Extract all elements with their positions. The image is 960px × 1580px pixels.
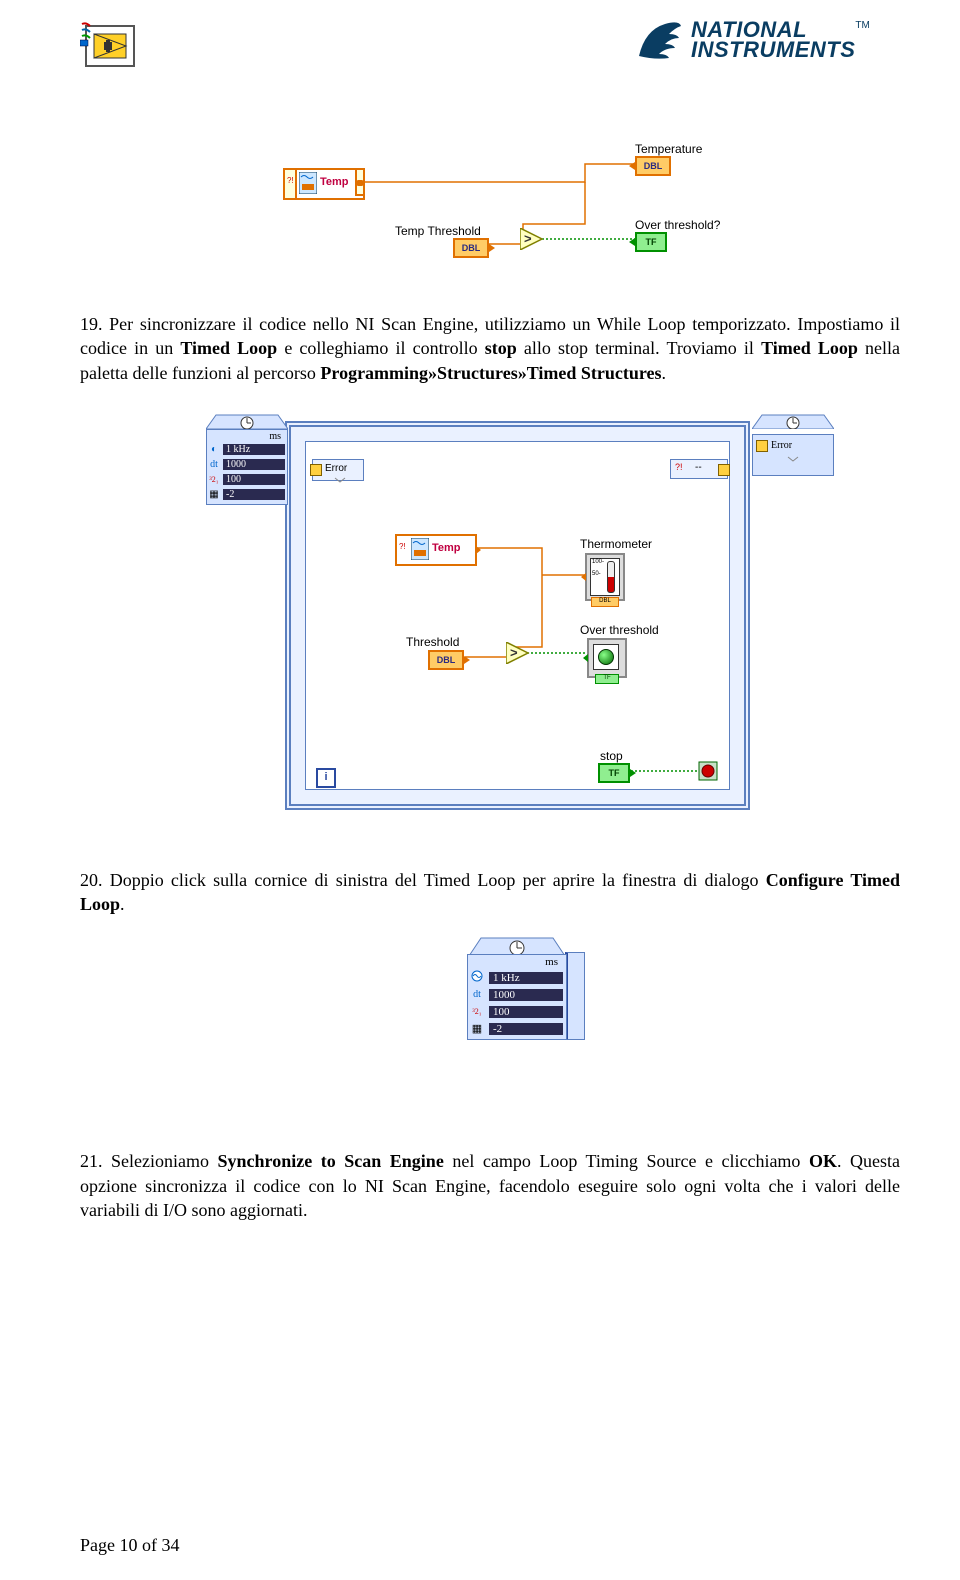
dbl-type: DBL — [462, 243, 481, 253]
shared-var-temp-inner: ?! Temp — [395, 534, 477, 566]
page-header: NATIONAL INSTRUMENTS TM — [80, 20, 900, 72]
timing-source: 1 kHz — [223, 444, 285, 455]
tf-type: TF — [646, 237, 657, 247]
shared-var-temp: ?! Temp — [283, 168, 365, 200]
phase-value: 100 — [223, 474, 285, 485]
step-num: 20. — [80, 870, 110, 890]
over-threshold-led: TF — [587, 638, 627, 678]
loop-condition-icon — [698, 761, 718, 781]
svg-text:>: > — [510, 645, 518, 660]
timed-loop-diagram: ms ◐ 1 kHz dt 1000 ³2₁ 100 ▦ -2 — [200, 403, 840, 818]
step-num: 21. — [80, 1151, 111, 1171]
shared-var-temp-name: Temp — [320, 176, 349, 188]
step-19: 19. Per sincronizzare il codice nello NI… — [80, 312, 900, 385]
greater-than-icon: > — [520, 228, 544, 253]
page-footer: Page 10 of 34 — [80, 1535, 179, 1556]
right-dash-tunnel: ?! -- — [670, 459, 728, 479]
error-left-tunnel: Error — [312, 459, 364, 481]
greater-than-inner-icon: > — [506, 642, 530, 667]
thermometer-indicator: 100- 50- DBL — [585, 553, 625, 601]
step-21: 21. Selezioniamo Synchronize to Scan Eng… — [80, 1149, 900, 1222]
timed-loop-config-node: ms 1 kHz dt 1000 ³2₁ 100 ▦ -2 — [465, 934, 583, 1039]
labview-icon — [80, 20, 140, 72]
thermometer-label: Thermometer — [580, 537, 652, 551]
iteration-terminal: i — [316, 768, 336, 788]
over-threshold-label: Over threshold? — [635, 218, 720, 232]
over-threshold-label-inner: Over threshold — [580, 623, 659, 637]
step-20: 20. Doppio click sulla cornice di sinist… — [80, 868, 900, 917]
dt-value: 1000 — [489, 989, 563, 1001]
threshold-control: DBL — [453, 238, 489, 258]
phase-value: 100 — [489, 1006, 563, 1018]
ni-logo-line2: INSTRUMENTS — [691, 37, 855, 62]
priority-value: -2 — [223, 489, 285, 500]
temperature-label: Temperature — [635, 142, 702, 156]
timed-loop-right-node: Error — [752, 411, 834, 476]
dt-value: 1000 — [223, 459, 285, 470]
timed-loop-left-node: ms ◐ 1 kHz dt 1000 ³2₁ 100 ▦ -2 — [206, 411, 288, 511]
stop-label: stop — [600, 749, 623, 763]
stop-control: TF — [598, 763, 630, 783]
timing-source: 1 kHz — [489, 972, 563, 984]
threshold-label: Temp Threshold — [395, 224, 481, 238]
over-threshold-indicator: TF — [635, 232, 667, 252]
priority-value: -2 — [489, 1023, 563, 1035]
ni-logo: NATIONAL INSTRUMENTS TM — [635, 20, 900, 69]
threshold-control-inner: DBL — [428, 650, 464, 670]
dbl-type: DBL — [644, 161, 663, 171]
trademark: TM — [855, 20, 869, 31]
temperature-indicator: DBL — [635, 156, 671, 176]
svg-text:>: > — [524, 231, 532, 246]
block-diagram-temp: ?! Temp Temperature DBL Temp Threshold D… — [265, 142, 775, 282]
threshold-label-inner: Threshold — [406, 635, 459, 649]
step-num: 19. — [80, 314, 109, 334]
